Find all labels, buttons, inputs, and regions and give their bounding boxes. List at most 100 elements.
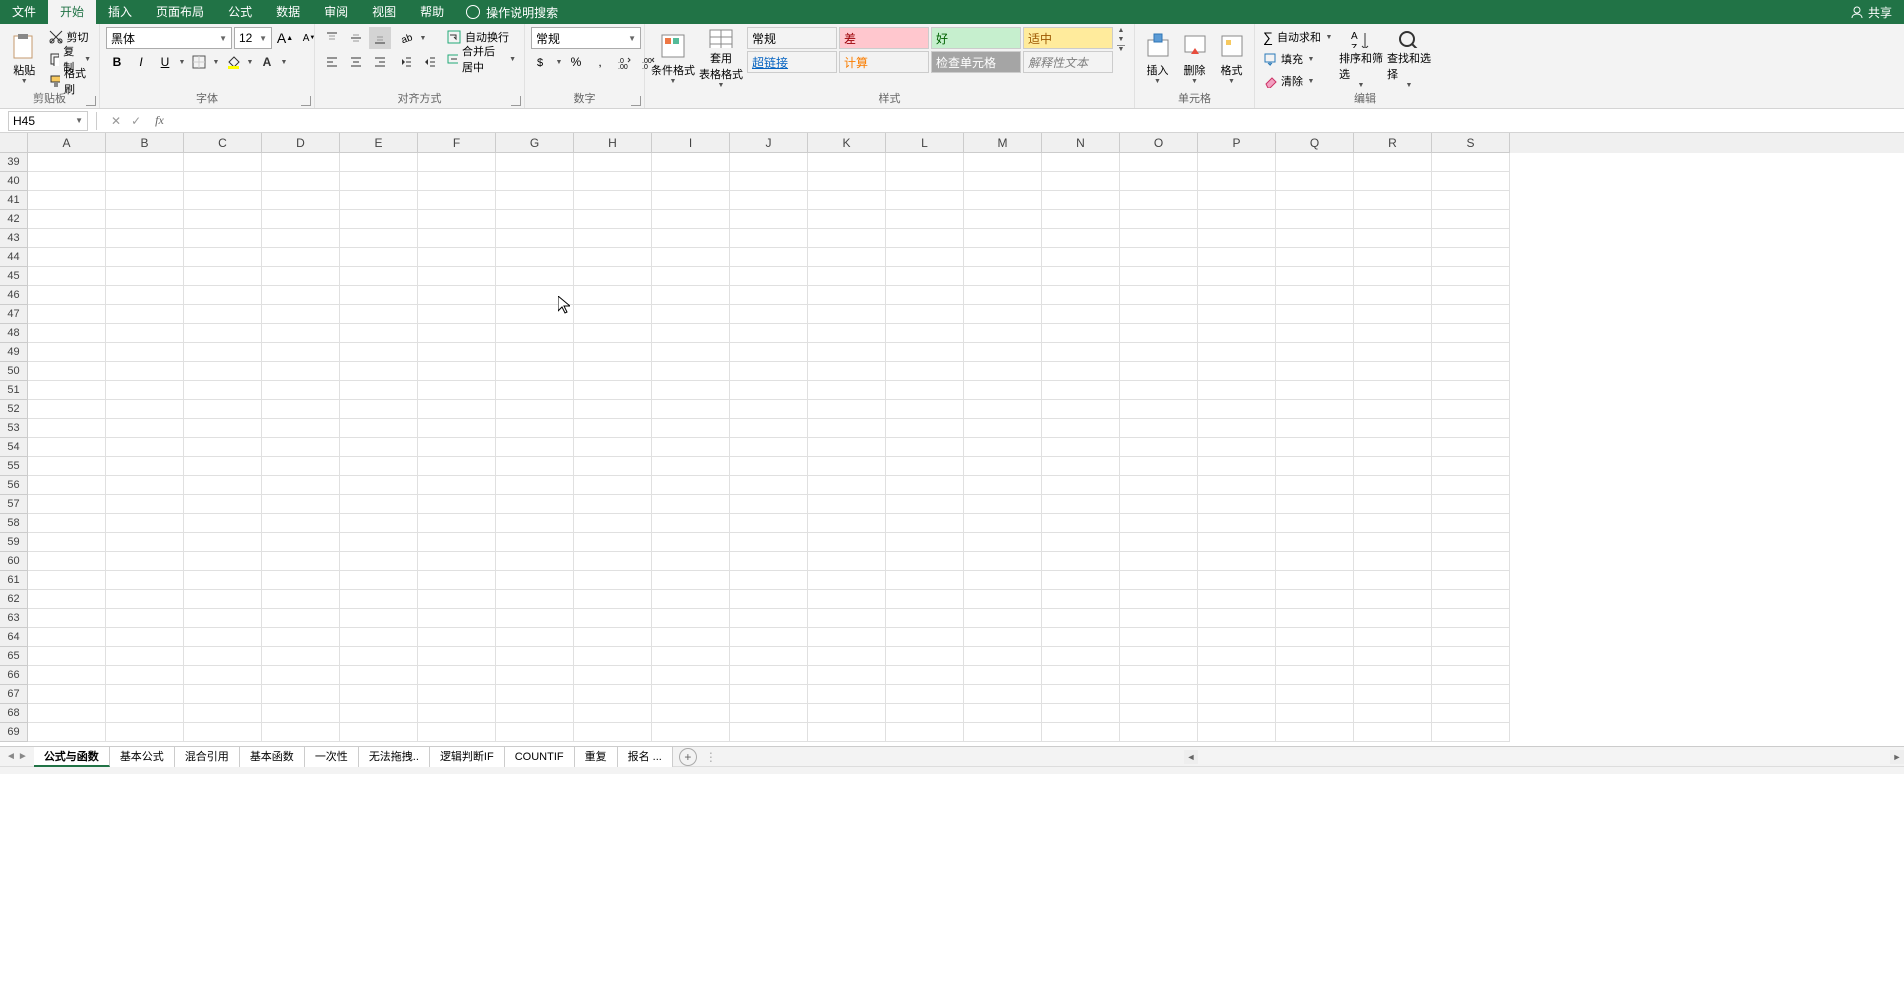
cell[interactable]: [184, 210, 262, 229]
cell[interactable]: [1276, 438, 1354, 457]
cell[interactable]: [574, 495, 652, 514]
cell[interactable]: [1198, 685, 1276, 704]
column-header[interactable]: H: [574, 133, 652, 153]
cell[interactable]: [1354, 400, 1432, 419]
cell[interactable]: [1120, 552, 1198, 571]
format-painter-button[interactable]: 格式刷: [47, 71, 93, 91]
cell[interactable]: [1042, 229, 1120, 248]
cell[interactable]: [574, 647, 652, 666]
cell[interactable]: [808, 324, 886, 343]
cell[interactable]: [106, 286, 184, 305]
cell[interactable]: [418, 704, 496, 723]
row-header[interactable]: 58: [0, 514, 28, 533]
style-check[interactable]: 检查单元格: [931, 51, 1021, 73]
cell[interactable]: [262, 571, 340, 590]
cell[interactable]: [1354, 609, 1432, 628]
cell[interactable]: [574, 628, 652, 647]
cell[interactable]: [418, 590, 496, 609]
cell[interactable]: [418, 552, 496, 571]
cell[interactable]: [1042, 324, 1120, 343]
cell[interactable]: [652, 628, 730, 647]
cell[interactable]: [418, 609, 496, 628]
cell[interactable]: [262, 400, 340, 419]
column-header[interactable]: F: [418, 133, 496, 153]
sheet-tab[interactable]: 基本公式: [110, 747, 175, 767]
cell[interactable]: [1120, 172, 1198, 191]
tab-file[interactable]: 文件: [0, 0, 48, 24]
cell[interactable]: [808, 571, 886, 590]
cell[interactable]: [1276, 419, 1354, 438]
cell[interactable]: [184, 267, 262, 286]
cell[interactable]: [574, 362, 652, 381]
cell[interactable]: [418, 495, 496, 514]
cell[interactable]: [418, 647, 496, 666]
cell[interactable]: [28, 552, 106, 571]
cell[interactable]: [1432, 476, 1510, 495]
tab-insert[interactable]: 插入: [96, 0, 144, 24]
cell[interactable]: [28, 571, 106, 590]
style-hyperlink[interactable]: 超链接: [747, 51, 837, 73]
cell[interactable]: [1120, 704, 1198, 723]
column-header[interactable]: M: [964, 133, 1042, 153]
cell[interactable]: [1042, 362, 1120, 381]
cell[interactable]: [1354, 419, 1432, 438]
cell[interactable]: [1198, 457, 1276, 476]
cell[interactable]: [808, 343, 886, 362]
cell[interactable]: [1120, 248, 1198, 267]
conditional-format-button[interactable]: 条件格式 ▼: [651, 27, 695, 89]
cell[interactable]: [28, 704, 106, 723]
cell[interactable]: [496, 191, 574, 210]
cell[interactable]: [340, 476, 418, 495]
cell[interactable]: [418, 457, 496, 476]
cell[interactable]: [964, 552, 1042, 571]
cell[interactable]: [886, 723, 964, 742]
cell[interactable]: [1276, 153, 1354, 172]
cell[interactable]: [106, 495, 184, 514]
cell[interactable]: [1042, 248, 1120, 267]
cell[interactable]: [1354, 476, 1432, 495]
cell[interactable]: [1354, 514, 1432, 533]
cell[interactable]: [730, 191, 808, 210]
cell[interactable]: [1276, 457, 1354, 476]
cell[interactable]: [574, 305, 652, 324]
cell[interactable]: [1198, 723, 1276, 742]
cell[interactable]: [964, 666, 1042, 685]
cell[interactable]: [886, 381, 964, 400]
cell[interactable]: [28, 286, 106, 305]
cell[interactable]: [1120, 647, 1198, 666]
cell[interactable]: [184, 552, 262, 571]
cell[interactable]: [1120, 457, 1198, 476]
cell[interactable]: [28, 210, 106, 229]
cell[interactable]: [1354, 590, 1432, 609]
cell[interactable]: [28, 438, 106, 457]
cell[interactable]: [808, 609, 886, 628]
cell[interactable]: [964, 419, 1042, 438]
cell[interactable]: [340, 191, 418, 210]
cell[interactable]: [1354, 267, 1432, 286]
cell[interactable]: [106, 457, 184, 476]
cell-styles-gallery[interactable]: 常规 差 好 适中 超链接 计算 检查单元格 解释性文本: [747, 27, 1113, 73]
cell[interactable]: [964, 590, 1042, 609]
chevron-down-icon[interactable]: ▼: [280, 59, 288, 66]
cell[interactable]: [28, 457, 106, 476]
cell[interactable]: [1198, 343, 1276, 362]
cell[interactable]: [1042, 172, 1120, 191]
cell[interactable]: [730, 172, 808, 191]
row-header[interactable]: 39: [0, 153, 28, 172]
cell[interactable]: [262, 457, 340, 476]
cell[interactable]: [1198, 590, 1276, 609]
cell[interactable]: [496, 248, 574, 267]
cell[interactable]: [262, 476, 340, 495]
cell[interactable]: [184, 628, 262, 647]
cell[interactable]: [184, 343, 262, 362]
border-button[interactable]: [188, 51, 210, 73]
cell[interactable]: [886, 286, 964, 305]
cell[interactable]: [418, 191, 496, 210]
row-header[interactable]: 43: [0, 229, 28, 248]
cell[interactable]: [496, 172, 574, 191]
cell[interactable]: [496, 704, 574, 723]
cell[interactable]: [1354, 495, 1432, 514]
cell[interactable]: [418, 685, 496, 704]
cell[interactable]: [262, 343, 340, 362]
tab-help[interactable]: 帮助: [408, 0, 456, 24]
